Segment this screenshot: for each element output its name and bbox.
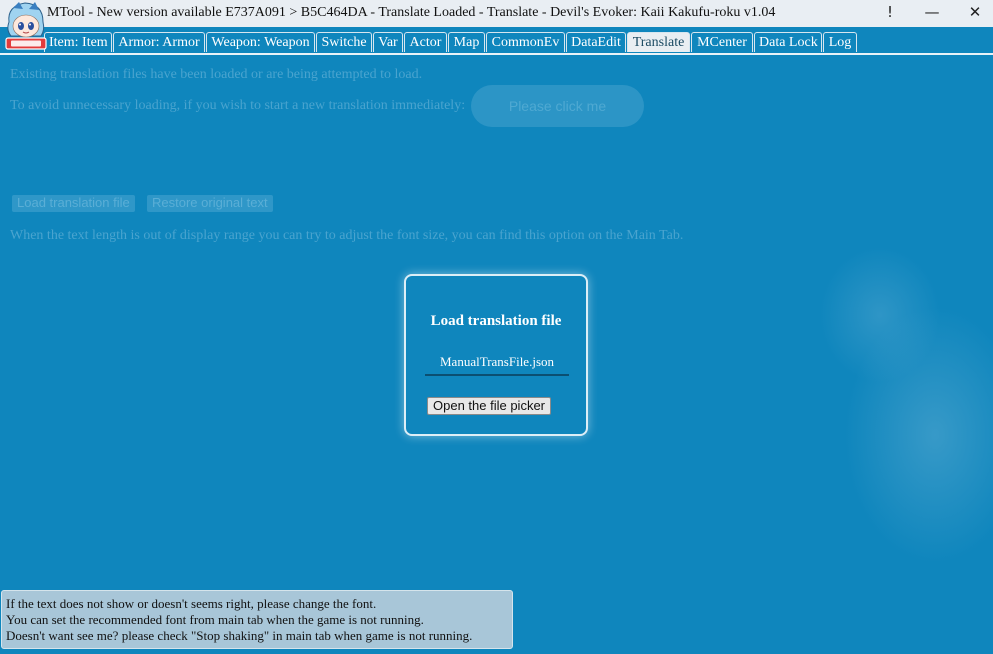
mascot-avatar-icon [5, 2, 47, 50]
notice-line-3: Doesn't want see me? please check "Stop … [6, 628, 473, 643]
load-translation-button[interactable]: Load translation file [12, 195, 135, 212]
tab-armor[interactable]: Armor: Armor [113, 32, 205, 52]
tab-actor[interactable]: Actor [404, 32, 447, 52]
please-click-button[interactable]: Please click me [471, 85, 644, 127]
minimize-button[interactable]: — [917, 3, 947, 21]
close-button[interactable]: ✕ [960, 3, 990, 21]
tab-translate[interactable]: Translate [627, 32, 690, 52]
tab-map[interactable]: Map [448, 32, 485, 52]
title-bar: MTool - New version available E737A091 >… [0, 0, 993, 28]
font-notice-box: If the text does not show or doesn't see… [1, 590, 513, 649]
translation-file-field[interactable]: ManualTransFile.json [425, 353, 569, 376]
tab-var[interactable]: Var [373, 32, 403, 52]
alert-button[interactable]: ! [875, 3, 905, 21]
load-status-text: Existing translation files have been loa… [10, 67, 423, 82]
tab-data-lock[interactable]: Data Lock [754, 32, 822, 52]
tab-mcenter[interactable]: MCenter [691, 32, 753, 52]
open-file-picker-button[interactable]: Open the file picker [427, 397, 552, 415]
notice-line-2: You can set the recommended font from ma… [6, 612, 424, 627]
tab-weapon[interactable]: Weapon: Weapon [206, 32, 315, 52]
new-translation-prompt: To avoid unnecessary loading, if you wis… [10, 98, 466, 113]
window-title: MTool - New version available E737A091 >… [47, 5, 776, 20]
dialog-title: Load translation file [430, 313, 562, 329]
tab-log[interactable]: Log [823, 32, 857, 52]
restore-original-button[interactable]: Restore original text [147, 195, 273, 212]
font-size-hint: When the text length is out of display r… [10, 228, 684, 243]
notice-line-1: If the text does not show or doesn't see… [6, 596, 377, 611]
tab-switche[interactable]: Switche [316, 32, 372, 52]
tab-bar: Item: Item Armor: Armor Weapon: Weapon S… [0, 27, 993, 55]
tab-item[interactable]: Item: Item [44, 32, 112, 52]
tab-dataedit[interactable]: DataEdit [566, 32, 626, 52]
tab-commonev[interactable]: CommonEv [486, 32, 565, 52]
load-translation-dialog: Load translation file ManualTransFile.js… [404, 274, 588, 436]
